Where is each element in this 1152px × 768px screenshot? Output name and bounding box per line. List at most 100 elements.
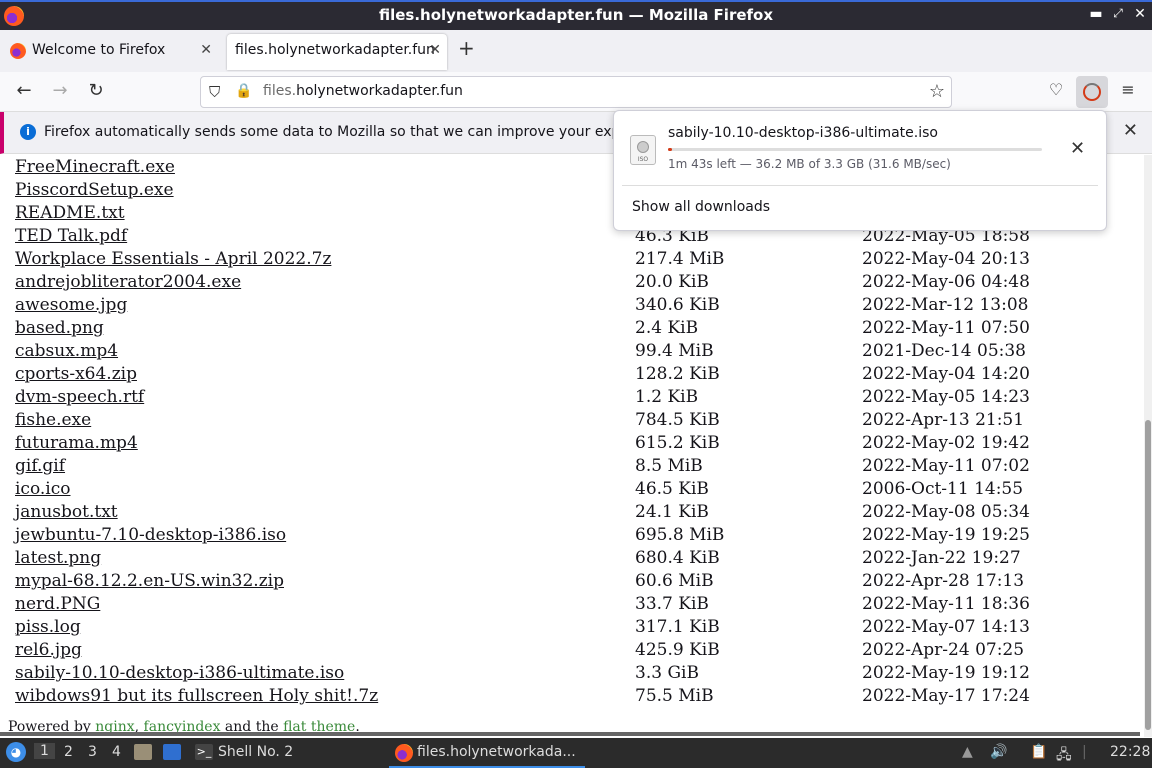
download-filename[interactable]: sabily-10.10-desktop-i386-ultimate.iso xyxy=(668,125,938,141)
file-link[interactable]: jewbuntu-7.10-desktop-i386.iso xyxy=(15,525,286,545)
file-date: 2022-Apr-13 21:51 xyxy=(862,410,1025,430)
file-date: 2022-May-05 14:23 xyxy=(862,387,1030,407)
cancel-download-icon[interactable]: ✕ xyxy=(1070,138,1085,159)
file-link[interactable]: ico.ico xyxy=(15,479,71,499)
menu-hamburger-icon[interactable]: ≡ xyxy=(1116,80,1140,99)
desktop-icon[interactable] xyxy=(163,744,181,760)
volume-icon[interactable]: 🔊 xyxy=(990,744,1007,760)
panel-divider xyxy=(622,185,1098,186)
workspace-3[interactable]: 3 xyxy=(88,744,97,760)
file-row: sabily-10.10-desktop-i386-ultimate.iso 3.… xyxy=(0,663,1140,686)
tab-welcome[interactable]: Welcome to Firefox ✕ xyxy=(0,34,222,70)
back-icon[interactable]: ← xyxy=(12,80,36,101)
file-link[interactable]: futurama.mp4 xyxy=(15,433,138,453)
file-link[interactable]: wibdows91 but its fullscreen Holy shit!.… xyxy=(15,686,378,706)
reload-icon[interactable]: ↻ xyxy=(84,80,108,101)
file-size: 2.4 KiB xyxy=(635,318,699,338)
lock-icon[interactable]: 🔒 xyxy=(235,83,252,99)
terminal-icon[interactable]: >_ xyxy=(195,744,213,760)
maximize-window-icon[interactable]: ⤢ xyxy=(1108,6,1128,21)
pocket-icon[interactable]: ♡ xyxy=(1044,80,1068,99)
file-link[interactable]: README.txt xyxy=(15,203,125,223)
file-link[interactable]: mypal-68.12.2.en-US.win32.zip xyxy=(15,571,284,591)
vertical-scrollbar[interactable] xyxy=(1144,155,1152,737)
taskbar: ◕ 1 2 3 4 >_ Shell No. 2 files.holynetwo… xyxy=(0,738,1152,768)
close-tab-icon[interactable]: ✕ xyxy=(429,34,441,66)
workspace-4[interactable]: 4 xyxy=(112,744,121,760)
file-row: nerd.PNG 33.7 KiB 2022-May-11 18:36 xyxy=(0,594,1140,617)
file-link[interactable]: latest.png xyxy=(15,548,101,568)
file-link[interactable]: gif.gif xyxy=(15,456,65,476)
file-link[interactable]: rel6.jpg xyxy=(15,640,82,660)
file-link[interactable]: Workplace Essentials - April 2022.7z xyxy=(15,249,331,269)
close-window-icon[interactable]: ✕ xyxy=(1130,6,1150,22)
file-link[interactable]: based.png xyxy=(15,318,104,338)
workspace-1[interactable]: 1 xyxy=(34,743,55,759)
scrollbar-thumb[interactable] xyxy=(1145,420,1151,730)
tray-upload-icon[interactable]: ▲ xyxy=(962,744,973,760)
file-row: piss.log 317.1 KiB 2022-May-07 14:13 xyxy=(0,617,1140,640)
notification-message: Firefox automatically sends some data to… xyxy=(44,124,624,140)
workspace-2[interactable]: 2 xyxy=(64,744,73,760)
file-size: 340.6 KiB xyxy=(635,295,720,315)
start-menu-icon[interactable]: ◕ xyxy=(6,742,26,762)
file-size: 99.4 MiB xyxy=(635,341,714,361)
network-icon[interactable]: 🖧 xyxy=(1056,744,1072,768)
taskbar-shell[interactable]: Shell No. 2 xyxy=(218,744,293,760)
file-manager-icon[interactable] xyxy=(134,744,152,760)
file-link[interactable]: nerd.PNG xyxy=(15,594,100,614)
horizontal-scrollbar[interactable] xyxy=(0,732,1140,736)
file-link[interactable]: janusbot.txt xyxy=(15,502,118,522)
file-size: 695.8 MiB xyxy=(635,525,725,545)
file-row: wibdows91 but its fullscreen Holy shit!.… xyxy=(0,686,1140,709)
new-tab-icon[interactable]: + xyxy=(458,36,475,60)
file-size: 20.0 KiB xyxy=(635,272,709,292)
clipboard-icon[interactable]: 📋 xyxy=(1030,744,1047,760)
minimize-window-icon[interactable]: ▬ xyxy=(1086,6,1106,22)
file-link[interactable]: sabily-10.10-desktop-i386-ultimate.iso xyxy=(15,663,344,683)
file-size: 425.9 KiB xyxy=(635,640,720,660)
file-size: 3.3 GiB xyxy=(635,663,699,683)
file-link[interactable]: dvm-speech.rtf xyxy=(15,387,144,407)
downloads-button[interactable] xyxy=(1076,76,1108,108)
file-date: 2022-May-04 14:20 xyxy=(862,364,1030,384)
file-icon-label: ISO xyxy=(637,156,649,163)
url-bar[interactable]: ⛉ 🔒 files.holynetworkadapter.fun ☆ xyxy=(200,76,952,108)
file-row: janusbot.txt 24.1 KiB 2022-May-08 05:34 xyxy=(0,502,1140,525)
file-link[interactable]: TED Talk.pdf xyxy=(15,226,127,246)
close-tab-icon[interactable]: ✕ xyxy=(200,34,212,66)
file-row: futurama.mp4 615.2 KiB 2022-May-02 19:42 xyxy=(0,433,1140,456)
file-link[interactable]: awesome.jpg xyxy=(15,295,127,315)
file-link[interactable]: fishe.exe xyxy=(15,410,91,430)
file-date: 2022-May-11 07:50 xyxy=(862,318,1030,338)
file-row: mypal-68.12.2.en-US.win32.zip 60.6 MiB 202… xyxy=(0,571,1140,594)
firefox-taskbar-icon xyxy=(395,744,413,762)
file-link[interactable]: PisscordSetup.exe xyxy=(15,180,174,200)
tab-files[interactable]: files.holynetworkadapter.fun ✕ xyxy=(227,34,447,70)
file-size: 33.7 KiB xyxy=(635,594,709,614)
file-size: 128.2 KiB xyxy=(635,364,720,384)
taskbar-firefox[interactable]: files.holynetworkada... xyxy=(389,738,585,768)
file-row: gif.gif 8.5 MiB 2022-May-11 07:02 xyxy=(0,456,1140,479)
file-link[interactable]: andrejobliterator2004.exe xyxy=(15,272,241,292)
file-row: cabsux.mp4 99.4 MiB 2021-Dec-14 05:38 xyxy=(0,341,1140,364)
file-date: 2022-Apr-24 07:25 xyxy=(862,640,1025,660)
file-size: 60.6 MiB xyxy=(635,571,714,591)
tracking-protection-icon[interactable]: ⛉ xyxy=(209,83,220,101)
file-size: 46.5 KiB xyxy=(635,479,709,499)
file-size: 217.4 MiB xyxy=(635,249,725,269)
file-row: cports-x64.zip 128.2 KiB 2022-May-04 14:20 xyxy=(0,364,1140,387)
file-link[interactable]: cabsux.mp4 xyxy=(15,341,118,361)
file-size: 784.5 KiB xyxy=(635,410,720,430)
show-all-downloads-button[interactable]: Show all downloads xyxy=(632,199,770,215)
file-size: 8.5 MiB xyxy=(635,456,703,476)
bookmark-star-icon[interactable]: ☆ xyxy=(929,81,945,102)
file-date: 2022-May-08 05:34 xyxy=(862,502,1030,522)
url-text[interactable]: files.holynetworkadapter.fun xyxy=(263,83,463,99)
forward-icon[interactable]: → xyxy=(48,80,72,101)
file-link[interactable]: cports-x64.zip xyxy=(15,364,137,384)
file-link[interactable]: piss.log xyxy=(15,617,81,637)
file-link[interactable]: FreeMinecraft.exe xyxy=(15,157,175,177)
close-notification-icon[interactable]: ✕ xyxy=(1123,120,1138,141)
file-date: 2022-May-02 19:42 xyxy=(862,433,1030,453)
